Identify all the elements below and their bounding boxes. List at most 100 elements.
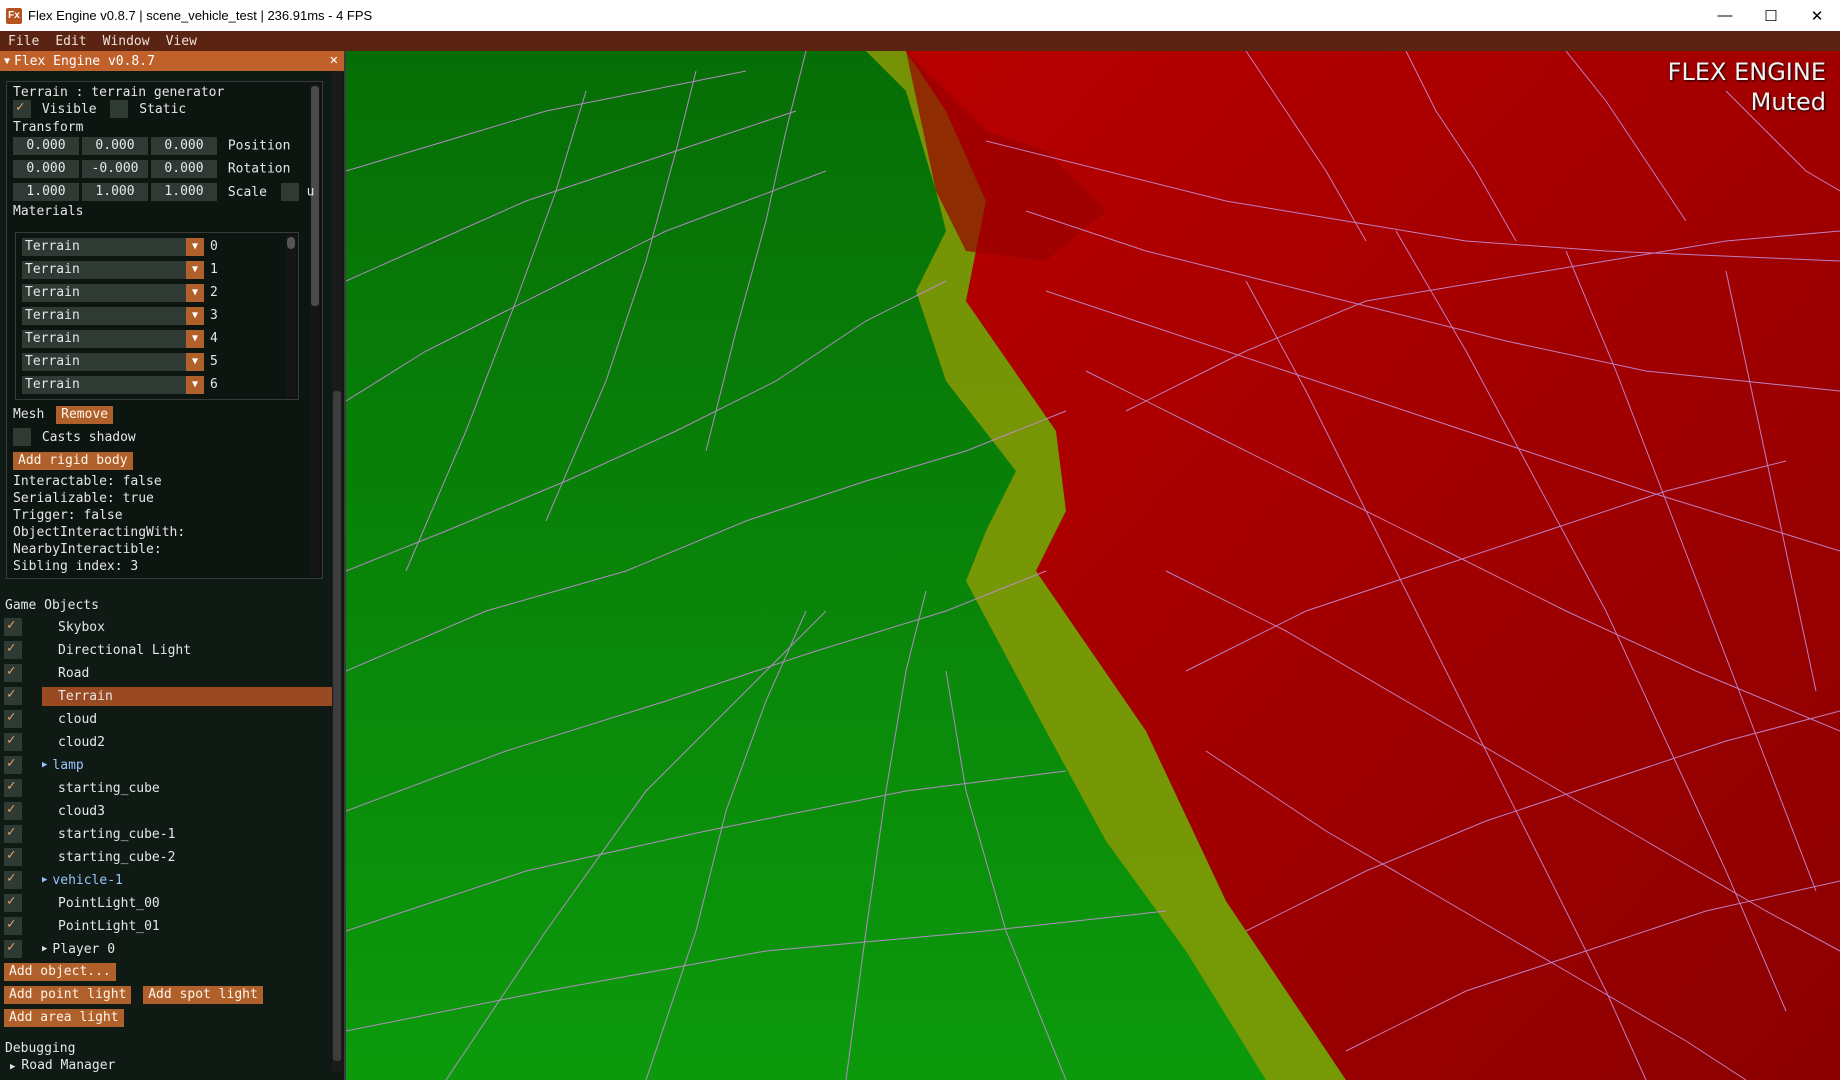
game-object-label[interactable]: Skybox: [42, 618, 332, 637]
add-spot-light-button[interactable]: Add spot light: [143, 986, 263, 1004]
scene-viewport[interactable]: FLEX ENGINE Muted: [346, 51, 1840, 1080]
expand-arrow-icon[interactable]: ▶: [10, 1062, 15, 1072]
position-x-field[interactable]: 0.000: [13, 137, 79, 155]
collapse-triangle-icon[interactable]: ▼: [4, 56, 10, 67]
game-object-row[interactable]: Skybox: [4, 617, 332, 637]
enabled-checkbox[interactable]: [4, 870, 22, 889]
enabled-checkbox[interactable]: [4, 686, 22, 705]
enabled-checkbox[interactable]: [4, 778, 22, 797]
material-select[interactable]: Terrain ▼: [22, 306, 204, 325]
enabled-checkbox[interactable]: [4, 939, 22, 958]
game-object-row[interactable]: cloud3: [4, 801, 332, 821]
dropdown-arrow-icon[interactable]: ▼: [186, 260, 204, 279]
game-object-label[interactable]: vehicle-1: [47, 871, 337, 890]
close-button[interactable]: ✕: [1794, 0, 1840, 31]
material-select[interactable]: Terrain ▼: [22, 352, 204, 371]
add-point-light-button[interactable]: Add point light: [4, 986, 132, 1004]
minimize-button[interactable]: —: [1702, 0, 1748, 31]
material-select[interactable]: Terrain ▼: [22, 329, 204, 348]
add-area-light-button[interactable]: Add area light: [4, 1009, 124, 1027]
rotation-y-field[interactable]: -0.000: [82, 160, 148, 178]
add-object-button[interactable]: Add object...: [4, 963, 116, 981]
dropdown-arrow-icon[interactable]: ▼: [186, 283, 204, 302]
enabled-checkbox[interactable]: [4, 732, 22, 751]
enabled-checkbox[interactable]: [4, 847, 22, 866]
casts-shadow-row: Casts shadow: [13, 428, 136, 446]
uniform-scale-label: u: [306, 184, 315, 200]
position-y-field[interactable]: 0.000: [82, 137, 148, 155]
game-object-row[interactable]: starting_cube-1: [4, 824, 332, 844]
road-manager-row[interactable]: ▶ Road Manager: [10, 1058, 115, 1073]
game-object-label[interactable]: starting_cube: [42, 779, 332, 798]
enabled-checkbox[interactable]: [4, 916, 22, 935]
game-object-row[interactable]: Directional Light: [4, 640, 332, 660]
material-select[interactable]: Terrain ▼: [22, 283, 204, 302]
enabled-checkbox[interactable]: [4, 640, 22, 659]
scale-x-field[interactable]: 1.000: [13, 183, 79, 201]
material-select[interactable]: Terrain ▼: [22, 260, 204, 279]
dropdown-arrow-icon[interactable]: ▼: [186, 375, 204, 394]
visible-checkbox[interactable]: [13, 99, 31, 118]
game-object-label[interactable]: Directional Light: [42, 641, 332, 660]
game-object-row[interactable]: PointLight_01: [4, 916, 332, 936]
enabled-checkbox[interactable]: [4, 824, 22, 843]
enabled-checkbox[interactable]: [4, 755, 22, 774]
add-object-row: Add object...: [4, 963, 116, 981]
panel-scrollbar[interactable]: [332, 71, 342, 1071]
menu-file[interactable]: File: [0, 34, 47, 49]
dropdown-arrow-icon[interactable]: ▼: [186, 352, 204, 371]
game-object-row[interactable]: Road: [4, 663, 332, 683]
add-rigid-body-button[interactable]: Add rigid body: [13, 452, 133, 470]
enabled-checkbox[interactable]: [4, 617, 22, 636]
game-object-row[interactable]: cloud2: [4, 732, 332, 752]
scale-z-field[interactable]: 1.000: [151, 183, 217, 201]
game-object-label[interactable]: cloud3: [42, 802, 332, 821]
game-object-label[interactable]: cloud2: [42, 733, 332, 752]
game-object-row[interactable]: cloud: [4, 709, 332, 729]
game-object-label[interactable]: Player 0: [47, 940, 337, 959]
game-object-row[interactable]: starting_cube: [4, 778, 332, 798]
game-object-label[interactable]: Road: [42, 664, 332, 683]
rotation-z-field[interactable]: 0.000: [151, 160, 217, 178]
menu-view[interactable]: View: [158, 34, 205, 49]
uniform-scale-checkbox[interactable]: [280, 183, 299, 201]
menu-window[interactable]: Window: [95, 34, 158, 49]
game-object-row[interactable]: ▶vehicle-1: [4, 870, 337, 890]
panel-scroll-thumb[interactable]: [333, 391, 341, 1061]
enabled-checkbox[interactable]: [4, 801, 22, 820]
game-object-row[interactable]: starting_cube-2: [4, 847, 332, 867]
enabled-checkbox[interactable]: [4, 893, 22, 912]
game-object-row[interactable]: PointLight_00: [4, 893, 332, 913]
game-object-label[interactable]: starting_cube-2: [42, 848, 332, 867]
game-object-label[interactable]: lamp: [47, 756, 337, 775]
panel-close-icon[interactable]: ✕: [330, 52, 338, 68]
menu-edit[interactable]: Edit: [47, 34, 94, 49]
maximize-button[interactable]: ☐: [1748, 0, 1794, 31]
road-manager-label[interactable]: Road Manager: [21, 1058, 115, 1073]
materials-scroll-thumb[interactable]: [287, 237, 295, 249]
enabled-checkbox[interactable]: [4, 663, 22, 682]
materials-scrollbar[interactable]: [286, 235, 296, 397]
dropdown-arrow-icon[interactable]: ▼: [186, 329, 204, 348]
inspector-scrollbar[interactable]: [310, 84, 320, 576]
panel-header[interactable]: ▼ Flex Engine v0.8.7 ✕: [0, 51, 344, 71]
game-object-row[interactable]: ▶lamp: [4, 755, 337, 775]
position-z-field[interactable]: 0.000: [151, 137, 217, 155]
remove-mesh-button[interactable]: Remove: [56, 406, 114, 424]
scale-y-field[interactable]: 1.000: [82, 183, 148, 201]
game-object-label[interactable]: cloud: [42, 710, 332, 729]
game-object-row[interactable]: Terrain: [4, 686, 332, 706]
game-object-row[interactable]: ▶Player 0: [4, 939, 337, 959]
game-object-label[interactable]: PointLight_01: [42, 917, 332, 936]
static-checkbox[interactable]: [110, 100, 129, 118]
casts-shadow-checkbox[interactable]: [13, 428, 31, 446]
rotation-x-field[interactable]: 0.000: [13, 160, 79, 178]
game-object-label-selected[interactable]: Terrain: [42, 686, 332, 706]
enabled-checkbox[interactable]: [4, 709, 22, 728]
dropdown-arrow-icon[interactable]: ▼: [186, 237, 204, 256]
material-select[interactable]: Terrain ▼: [22, 237, 204, 256]
game-object-label[interactable]: PointLight_00: [42, 894, 332, 913]
dropdown-arrow-icon[interactable]: ▼: [186, 306, 204, 325]
material-select[interactable]: Terrain ▼: [22, 375, 204, 394]
game-object-label[interactable]: starting_cube-1: [42, 825, 332, 844]
